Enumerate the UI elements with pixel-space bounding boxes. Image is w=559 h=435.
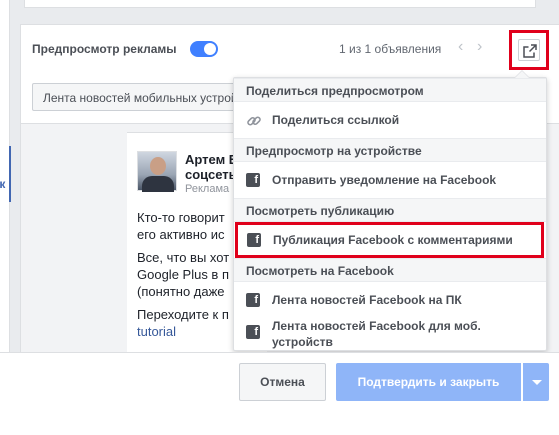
toggle-knob [204, 43, 216, 55]
send-notification-item[interactable]: f Отправить уведомление на Facebook [234, 162, 546, 198]
dialog-footer: Отмена Подтвердить и закрыть [0, 352, 559, 435]
facebook-icon: f [246, 173, 260, 187]
ad-count: 1 из 1 объявления [339, 42, 442, 56]
facebook-icon: f [247, 233, 261, 247]
facebook-post-with-comments-item[interactable]: f Публикация Facebook с комментариями [235, 222, 544, 258]
menu-item-label: Лента новостей Facebook на ПК [272, 293, 462, 307]
post-line: Все, что вы хот [137, 250, 230, 265]
post-line: его активно ис [137, 227, 225, 242]
menu-item-label: Публикация Facebook с комментариями [273, 233, 513, 247]
share-link-item[interactable]: Поделиться ссылкой [234, 102, 546, 138]
post-line: Переходите к п [137, 307, 229, 322]
share-button-frame [518, 39, 540, 61]
external-link-icon [523, 44, 537, 58]
mobile-news-feed-item[interactable]: f Лента новостей Facebook для моб. устро… [234, 314, 546, 350]
menu-section-header: Посмотреть на Facebook [234, 258, 546, 282]
ad-preview-toggle[interactable] [190, 41, 218, 57]
left-preview-card: ик [0, 146, 11, 202]
menu-section-header: Посмотреть публикацию [234, 198, 546, 222]
post-line: (понятно даже [137, 284, 225, 299]
sponsored-label: Реклама [185, 183, 230, 195]
menu-item-label: Поделиться ссылкой [272, 113, 400, 127]
facebook-icon: f [246, 325, 260, 339]
menu-item-label: Лента новостей Facebook для моб. устройс… [272, 319, 481, 349]
post-line: Google Plus в п [137, 267, 229, 282]
link-icon [246, 113, 262, 132]
ad-preview-label: Предпросмотр рекламы [32, 42, 177, 56]
confirm-options-button[interactable] [522, 363, 549, 401]
avatar-body [142, 176, 174, 192]
facebook-icon: f [246, 293, 260, 307]
next-ad-button[interactable]: › [477, 38, 482, 56]
avatar [137, 151, 177, 192]
share-dropdown-menu: Поделиться предпросмотром Поделиться ссы… [233, 70, 547, 351]
post-link[interactable]: tutorial [137, 324, 176, 339]
chevron-down-icon [532, 380, 542, 385]
placement-select[interactable]: Лента новостей мобильных устройств [32, 83, 242, 111]
menu-section-header: Поделиться предпросмотром [234, 78, 546, 102]
menu-item-label: Отправить уведомление на Facebook [272, 173, 497, 187]
confirm-and-close-button[interactable]: Подтвердить и закрыть [336, 363, 521, 401]
left-card-label: ик [0, 177, 5, 191]
post-line: Кто-то говорит [137, 210, 225, 225]
top-panel-edge [24, 0, 536, 8]
menu-section-header: Предпросмотр на устройстве [234, 138, 546, 162]
desktop-news-feed-item[interactable]: f Лента новостей Facebook на ПК [234, 282, 546, 318]
dropdown-caret [514, 70, 530, 78]
top-strip [0, 0, 559, 24]
cancel-button[interactable]: Отмена [239, 363, 326, 401]
avatar-head [150, 157, 166, 175]
prev-ad-button[interactable]: ‹ [458, 38, 463, 56]
share-preview-button[interactable] [509, 30, 549, 70]
